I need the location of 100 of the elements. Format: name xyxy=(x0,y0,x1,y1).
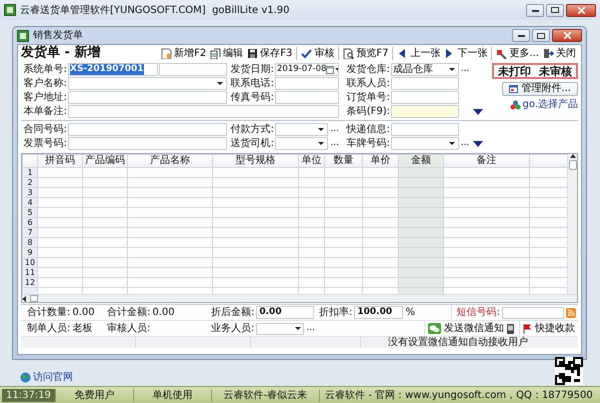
input-field[interactable] xyxy=(391,123,459,136)
close-button[interactable] xyxy=(552,29,582,42)
row-number: 6 xyxy=(22,218,38,228)
expand-icon[interactable] xyxy=(473,108,483,114)
field-label: 发货日期: xyxy=(230,64,274,74)
input-field[interactable]: 100.00 xyxy=(354,306,404,319)
maximize-button[interactable] xyxy=(532,29,550,42)
column-header[interactable]: 拼音码 xyxy=(38,154,82,168)
input-field[interactable] xyxy=(68,123,227,136)
toolbar-button[interactable]: 保存F3 xyxy=(245,46,294,61)
dropdown-field[interactable] xyxy=(68,77,227,90)
table-cell xyxy=(38,198,82,208)
row-number: 12 xyxy=(22,278,38,288)
field-label: 折后金额: xyxy=(211,308,254,318)
table-cell xyxy=(324,198,362,208)
dropdown-field[interactable] xyxy=(275,123,328,136)
column-header[interactable]: 数量 xyxy=(324,154,362,168)
input-field[interactable] xyxy=(391,91,459,104)
scrollbar-thumb[interactable] xyxy=(568,160,576,170)
field-label: 送货司机: xyxy=(230,138,274,148)
dropdown-arrow-icon[interactable] xyxy=(449,68,455,71)
more-button[interactable]: ... xyxy=(460,65,470,74)
barcode-field[interactable] xyxy=(391,105,459,118)
app-icon xyxy=(4,4,16,16)
dropdown-field[interactable] xyxy=(256,322,304,334)
input-field[interactable] xyxy=(68,105,339,118)
dropdown-arrow-icon[interactable] xyxy=(217,82,223,85)
phone-icon[interactable] xyxy=(507,324,514,334)
field-label: 发货仓库: xyxy=(346,64,390,74)
toolbar-button[interactable]: 上一张 xyxy=(395,46,442,61)
more-button[interactable]: ... xyxy=(330,125,339,134)
rss-icon[interactable] xyxy=(566,308,576,318)
clock: 11:37:19 xyxy=(2,388,56,402)
dropdown-field[interactable] xyxy=(275,137,328,150)
dropdown-arrow-icon[interactable] xyxy=(318,128,324,131)
row-number: 2 xyxy=(22,178,38,188)
input-field[interactable]: 0.00 xyxy=(256,306,314,319)
toolbar-button[interactable]: 下一张 xyxy=(442,46,490,61)
column-header[interactable]: 产品编码 xyxy=(82,154,128,168)
input-field[interactable] xyxy=(502,306,564,318)
table-cell xyxy=(324,208,362,218)
field-label: 付款方式: xyxy=(230,124,274,134)
field-label: 车牌号码: xyxy=(346,138,390,148)
table-cell xyxy=(324,188,362,198)
more-button[interactable]: ... xyxy=(330,139,339,148)
date-field[interactable]: 2019-07-08 xyxy=(275,63,339,76)
form-title: 发货单 - 新增 xyxy=(21,46,100,61)
close-button[interactable] xyxy=(566,4,596,16)
input-field[interactable]: XS-201907001 xyxy=(68,63,158,76)
table-cell xyxy=(324,178,362,188)
toolbar-button[interactable]: 新增F2 xyxy=(159,46,208,61)
column-header[interactable]: 型号规格 xyxy=(212,154,298,168)
maximize-button[interactable] xyxy=(546,4,564,16)
column-header[interactable]: 产品名称 xyxy=(128,154,212,168)
input-field[interactable] xyxy=(275,91,339,104)
visit-website-link[interactable]: 访问官网 xyxy=(20,372,73,383)
column-header[interactable]: 备注 xyxy=(444,154,530,168)
input-field[interactable] xyxy=(68,137,227,150)
table-cell xyxy=(324,258,362,268)
input-field[interactable] xyxy=(275,77,339,90)
expand-icon[interactable] xyxy=(473,140,483,146)
field-value: 0.00 xyxy=(72,308,95,318)
table-cell xyxy=(362,208,398,218)
wechat-notify-button[interactable]: 发送微信通知 xyxy=(425,321,507,336)
horizontal-scrollbar[interactable] xyxy=(22,294,577,302)
input-field[interactable] xyxy=(391,77,459,90)
column-header[interactable]: 单价 xyxy=(362,154,398,168)
dropdown-arrow-icon[interactable] xyxy=(318,142,324,145)
toolbar-button[interactable]: 审核 xyxy=(299,46,336,61)
table-cell xyxy=(324,228,362,238)
toolbar-button[interactable]: 编辑 xyxy=(208,46,246,61)
select-products-link[interactable]: go.选择产品 xyxy=(510,100,578,110)
table-cell xyxy=(298,178,324,188)
table-cell xyxy=(298,218,324,228)
input-field[interactable] xyxy=(68,91,227,104)
more-button[interactable]: ... xyxy=(460,139,470,148)
table-cell xyxy=(362,278,398,288)
scrollbar-thumb[interactable] xyxy=(30,295,38,302)
print-status: 未打印 xyxy=(498,66,531,76)
toolbar-button[interactable]: 更多... xyxy=(494,46,541,61)
more-button[interactable]: ... xyxy=(306,324,315,333)
column-header[interactable]: 金额 xyxy=(398,154,444,168)
vertical-scrollbar[interactable] xyxy=(567,154,577,294)
dropdown-arrow-icon[interactable] xyxy=(449,142,455,145)
column-header[interactable]: 单位 xyxy=(298,154,324,168)
table-cell xyxy=(82,238,128,248)
minimize-button[interactable] xyxy=(512,29,530,42)
minimize-button[interactable] xyxy=(526,4,544,16)
input-field[interactable] xyxy=(159,63,227,76)
quick-payment-button[interactable]: 快捷收款 xyxy=(519,321,578,336)
field-label: 本单备注: xyxy=(24,106,67,116)
exit-icon xyxy=(543,48,554,59)
window-title: 销售发货单 xyxy=(33,30,83,41)
floppy-icon xyxy=(247,48,258,59)
attachments-button[interactable]: 管理附件... xyxy=(502,82,578,96)
toolbar-button[interactable]: 预览F7 xyxy=(341,46,390,61)
row-number: 11 xyxy=(22,268,38,278)
dropdown-field[interactable] xyxy=(391,137,459,150)
toolbar-button[interactable]: 关闭 xyxy=(541,46,578,61)
dropdown-arrow-icon[interactable] xyxy=(295,327,302,330)
